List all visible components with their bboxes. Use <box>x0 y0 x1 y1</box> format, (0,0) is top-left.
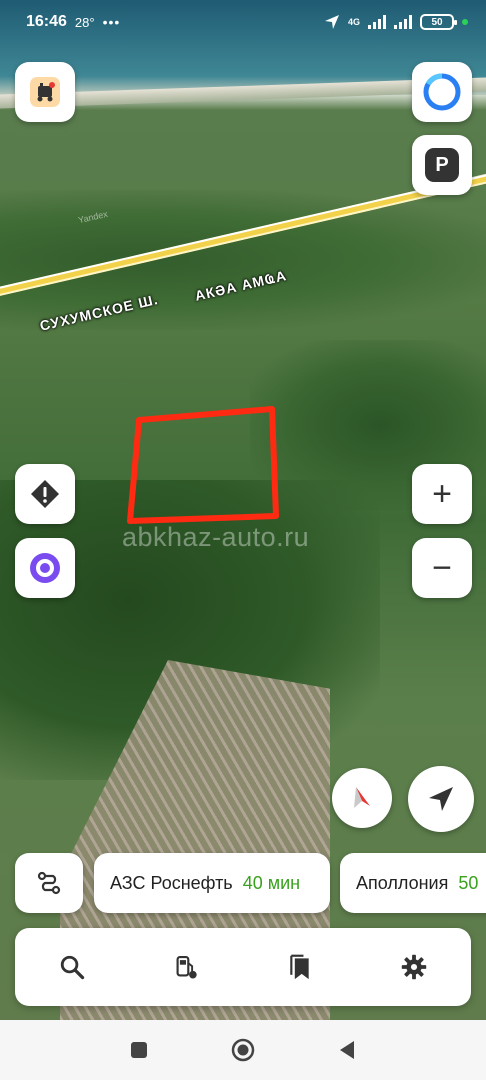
privacy-dot <box>462 19 468 25</box>
gear-icon <box>401 954 427 980</box>
back-triangle-icon <box>340 1041 354 1059</box>
location-status-icon <box>324 15 339 29</box>
suggestion-eta: 50 <box>458 872 479 893</box>
more-notifications: ••• <box>102 14 121 30</box>
navigation-arrow-icon <box>429 787 453 811</box>
search-button[interactable] <box>59 954 85 980</box>
road-warning-icon <box>31 480 59 508</box>
parking-button[interactable]: P <box>412 135 472 195</box>
zoom-out-button[interactable]: − <box>412 538 472 598</box>
traffic-camera-icon <box>30 77 60 107</box>
alice-assistant-icon <box>423 73 461 111</box>
traffic-button[interactable] <box>15 62 75 122</box>
battery-level: 50 <box>431 16 443 28</box>
zoom-in-button[interactable]: + <box>412 464 472 524</box>
network-type: 4G <box>347 17 360 27</box>
status-bar: 16:46 28° ••• 4G 50 <box>0 0 486 44</box>
battery-indicator: 50 <box>420 14 457 30</box>
signal-icon <box>368 15 386 29</box>
route-button[interactable] <box>15 853 83 913</box>
square-icon <box>131 1042 147 1058</box>
bottom-toolbar <box>15 928 471 1006</box>
suggestion-name: АЗС Роснефть <box>110 872 233 893</box>
alice-button[interactable] <box>412 62 472 122</box>
fuel-station-icon <box>176 955 197 979</box>
watermark: abkhaz-auto.ru <box>122 522 310 552</box>
home-button[interactable] <box>230 1037 256 1063</box>
suggestion-name: Аполлония <box>356 872 449 893</box>
settings-button[interactable] <box>401 954 427 980</box>
recents-button[interactable] <box>126 1037 152 1063</box>
suggestion-chip[interactable]: Аполлония 50 <box>340 853 486 913</box>
fuel-button[interactable] <box>173 954 199 980</box>
bookmarks-button[interactable] <box>287 954 313 980</box>
compass-icon <box>354 787 370 808</box>
alice-assistant-icon <box>30 553 60 583</box>
clock: 16:46 <box>26 13 67 30</box>
temperature: 28° <box>74 14 95 30</box>
signal-icon <box>394 15 412 29</box>
suggestion-eta: 40 мин <box>242 872 301 893</box>
minus-icon: − <box>432 549 452 587</box>
report-road-event-button[interactable] <box>15 464 75 524</box>
compass-button[interactable] <box>332 768 392 828</box>
back-button[interactable] <box>334 1037 360 1063</box>
home-circle-icon <box>231 1038 255 1062</box>
alice-voice-button[interactable] <box>15 538 75 598</box>
parking-icon: P <box>425 148 459 182</box>
search-icon <box>60 955 85 980</box>
route-icon <box>37 871 61 895</box>
system-navigation-bar <box>0 1020 486 1080</box>
suggestion-chip[interactable]: АЗС Роснефть 40 мин <box>94 853 330 913</box>
my-location-button[interactable] <box>408 766 474 832</box>
plus-icon: + <box>432 475 452 513</box>
bookmark-icon <box>290 954 309 980</box>
